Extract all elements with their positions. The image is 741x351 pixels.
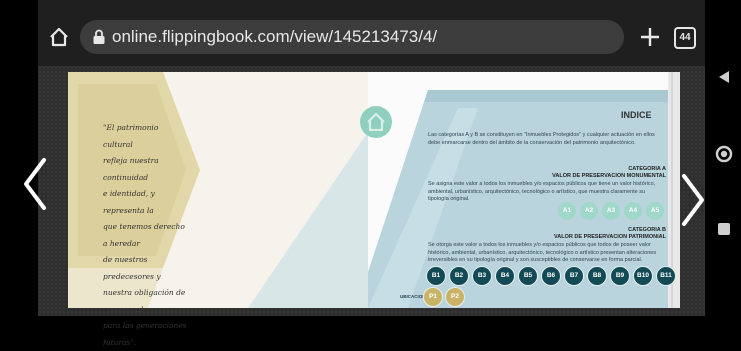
- left-page: "El patrimonio cultural refleja nuestra …: [68, 72, 368, 308]
- next-page-icon[interactable]: [678, 170, 708, 230]
- home-badge-icon: [358, 104, 394, 140]
- p2-button[interactable]: P2: [445, 287, 465, 307]
- quote-line: para las generaciones: [103, 318, 187, 335]
- quote-line: que tenemos derecho a heredar: [103, 219, 187, 252]
- category-a-title: VALOR DE PRESERVACION MONUMENTAL: [468, 173, 666, 179]
- home-icon[interactable]: [48, 26, 70, 48]
- quote-line: "El patrimonio cultural: [103, 120, 187, 153]
- quote-line: nuestra obligación de: [103, 285, 187, 302]
- browser-window: online.flippingbook.com/view/145213473/4…: [38, 0, 705, 316]
- android-screen: online.flippingbook.com/view/145213473/4…: [0, 0, 741, 316]
- flipbook-viewer: "El patrimonio cultural refleja nuestra …: [38, 66, 705, 316]
- intro-paragraph: Las categorías A y B se constituyen en "…: [428, 132, 666, 147]
- tab-switcher-button[interactable]: 44: [674, 27, 696, 49]
- category-a-text: Se asigna este valor a todos los inmuebl…: [428, 181, 666, 204]
- category-a-label: CATEGORIA A: [508, 166, 666, 172]
- a2-button[interactable]: A2: [580, 202, 598, 220]
- lock-icon: [92, 29, 106, 45]
- b1-button[interactable]: B1: [426, 266, 446, 286]
- url-text: online.flippingbook.com/view/145213473/4…: [112, 27, 437, 47]
- b4-button[interactable]: B4: [495, 266, 515, 286]
- b7-button[interactable]: B7: [564, 266, 584, 286]
- category-b-label: CATEGORIA B: [508, 227, 666, 233]
- b11-button[interactable]: B11: [656, 266, 676, 286]
- p1-button[interactable]: P1: [423, 287, 443, 307]
- previous-page-icon[interactable]: [20, 154, 50, 214]
- recents-icon[interactable]: [717, 222, 731, 236]
- home-nav-icon[interactable]: [715, 145, 733, 163]
- quote-line: de nuestros predecesores y: [103, 252, 187, 285]
- index-title: INDICE: [621, 110, 652, 120]
- category-b-text: Se otorga este valor a todos los inmuebl…: [428, 242, 666, 265]
- quote-line: refleja nuestra continuidad: [103, 153, 187, 186]
- b2-button[interactable]: B2: [449, 266, 469, 286]
- back-icon[interactable]: [717, 70, 731, 84]
- b6-button[interactable]: B6: [541, 266, 561, 286]
- a4-button[interactable]: A4: [624, 202, 642, 220]
- address-bar[interactable]: online.flippingbook.com/view/145213473/4…: [80, 20, 624, 54]
- b10-button[interactable]: B10: [633, 266, 653, 286]
- a5-button[interactable]: A5: [646, 202, 664, 220]
- b9-button[interactable]: B9: [610, 266, 630, 286]
- quote-line: futuras".: [103, 335, 187, 351]
- quote-line: e identidad, y representa la: [103, 186, 187, 219]
- browser-toolbar: online.flippingbook.com/view/145213473/4…: [38, 0, 705, 66]
- quote-text: "El patrimonio cultural refleja nuestra …: [103, 120, 187, 351]
- new-tab-icon[interactable]: [638, 25, 662, 49]
- android-nav-bar: [705, 0, 741, 316]
- b5-button[interactable]: B5: [518, 266, 538, 286]
- a3-button[interactable]: A3: [602, 202, 620, 220]
- b8-button[interactable]: B8: [587, 266, 607, 286]
- b3-button[interactable]: B3: [472, 266, 492, 286]
- flipbook-spread[interactable]: "El patrimonio cultural refleja nuestra …: [68, 72, 685, 312]
- a1-button[interactable]: A1: [558, 202, 576, 220]
- ubicacion-label: UBICACION: [400, 294, 426, 299]
- category-b-title: VALOR DE PRESERVACION PATRIMONIAL: [468, 234, 666, 240]
